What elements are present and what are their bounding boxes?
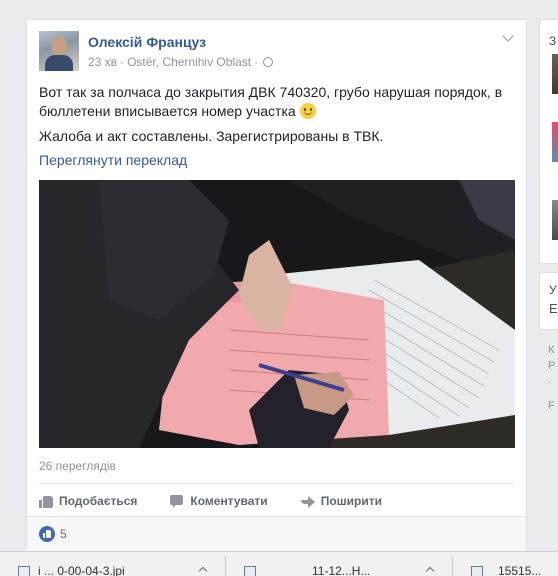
chevron-up-icon[interactable] (198, 566, 208, 576)
comment-button[interactable]: Коментувати (170, 494, 268, 508)
author-avatar[interactable] (39, 31, 79, 71)
post-action-bar: Подобається Коментувати Поширити (39, 486, 415, 516)
right-sidebar-language-box: У Е (539, 272, 558, 330)
like-label: Подобається (59, 494, 138, 508)
sidebar-thumbnail[interactable] (552, 54, 558, 94)
comment-icon (170, 494, 184, 508)
share-button[interactable]: Поширити (300, 494, 382, 508)
view-count[interactable]: 26 переглядів (39, 459, 116, 473)
download-bar: i ... 0-00-04-3.jpi 11-12...H... 15515..… (0, 551, 558, 576)
right-sidebar-box: З (539, 19, 558, 264)
post-photo[interactable] (39, 180, 515, 448)
document-file-icon (244, 566, 256, 576)
sidebar-footer-text[interactable]: F (548, 400, 555, 412)
sidebar-heading: З (549, 34, 557, 48)
globe-icon[interactable] (263, 57, 274, 67)
photo-image (39, 180, 515, 448)
download-item[interactable]: 11-12...H... (312, 564, 370, 576)
download-item[interactable]: i ... 0-00-04-3.jpi (38, 564, 125, 576)
post-paragraph: Жалоба и акт составлены. Зарегистрирован… (39, 128, 384, 144)
meta-separator: · (254, 55, 259, 69)
image-file-icon (471, 566, 483, 576)
news-feed-post: Олексій Француз 23 хв · Ostër, Chernihiv… (26, 19, 527, 551)
share-arrow-icon (300, 495, 315, 508)
author-name-link[interactable]: Олексій Француз (88, 34, 206, 50)
sidebar-language-label: У (549, 283, 557, 297)
sidebar-footer-text[interactable]: К (548, 344, 554, 356)
reaction-count[interactable]: 5 (60, 527, 67, 541)
smile-emoji-icon (299, 103, 316, 119)
chevron-up-icon[interactable] (425, 566, 435, 576)
comment-label: Коментувати (190, 494, 268, 508)
download-item[interactable]: 15515... (498, 564, 541, 576)
sidebar-thumbnail[interactable] (552, 122, 558, 162)
post-location[interactable]: Ostër, Chernihiv Oblast (127, 55, 251, 69)
thumbs-up-icon (39, 495, 53, 508)
post-text: Вот так за полчаса до закрытия ДВК 74032… (39, 83, 517, 152)
sidebar-thumbnail[interactable] (552, 200, 558, 240)
divider (452, 556, 453, 576)
post-meta: 23 хв · Ostër, Chernihiv Oblast · (88, 55, 274, 69)
like-reaction-icon (39, 526, 55, 542)
divider (225, 556, 226, 576)
image-file-icon (18, 566, 30, 576)
avatar-head (51, 37, 67, 55)
sidebar-footer-text: · (548, 376, 552, 388)
sidebar-language-link[interactable]: Е (549, 301, 558, 316)
see-translation-link[interactable]: Переглянути переклад (39, 152, 187, 168)
chevron-down-icon[interactable] (502, 30, 514, 42)
meta-separator: · (120, 55, 125, 69)
post-timestamp[interactable]: 23 хв (88, 55, 117, 69)
divider (39, 483, 514, 484)
reactions-bar[interactable]: 5 (27, 516, 526, 551)
share-label: Поширити (320, 494, 382, 508)
like-button[interactable]: Подобається (39, 494, 137, 508)
avatar-body (45, 55, 73, 71)
post-paragraph-text: Вот так за полчаса до закрытия ДВК 74032… (39, 84, 503, 119)
post-paragraph: Вот так за полчаса до закрытия ДВК 74032… (39, 83, 517, 121)
sidebar-footer-text[interactable]: Р (548, 360, 555, 372)
